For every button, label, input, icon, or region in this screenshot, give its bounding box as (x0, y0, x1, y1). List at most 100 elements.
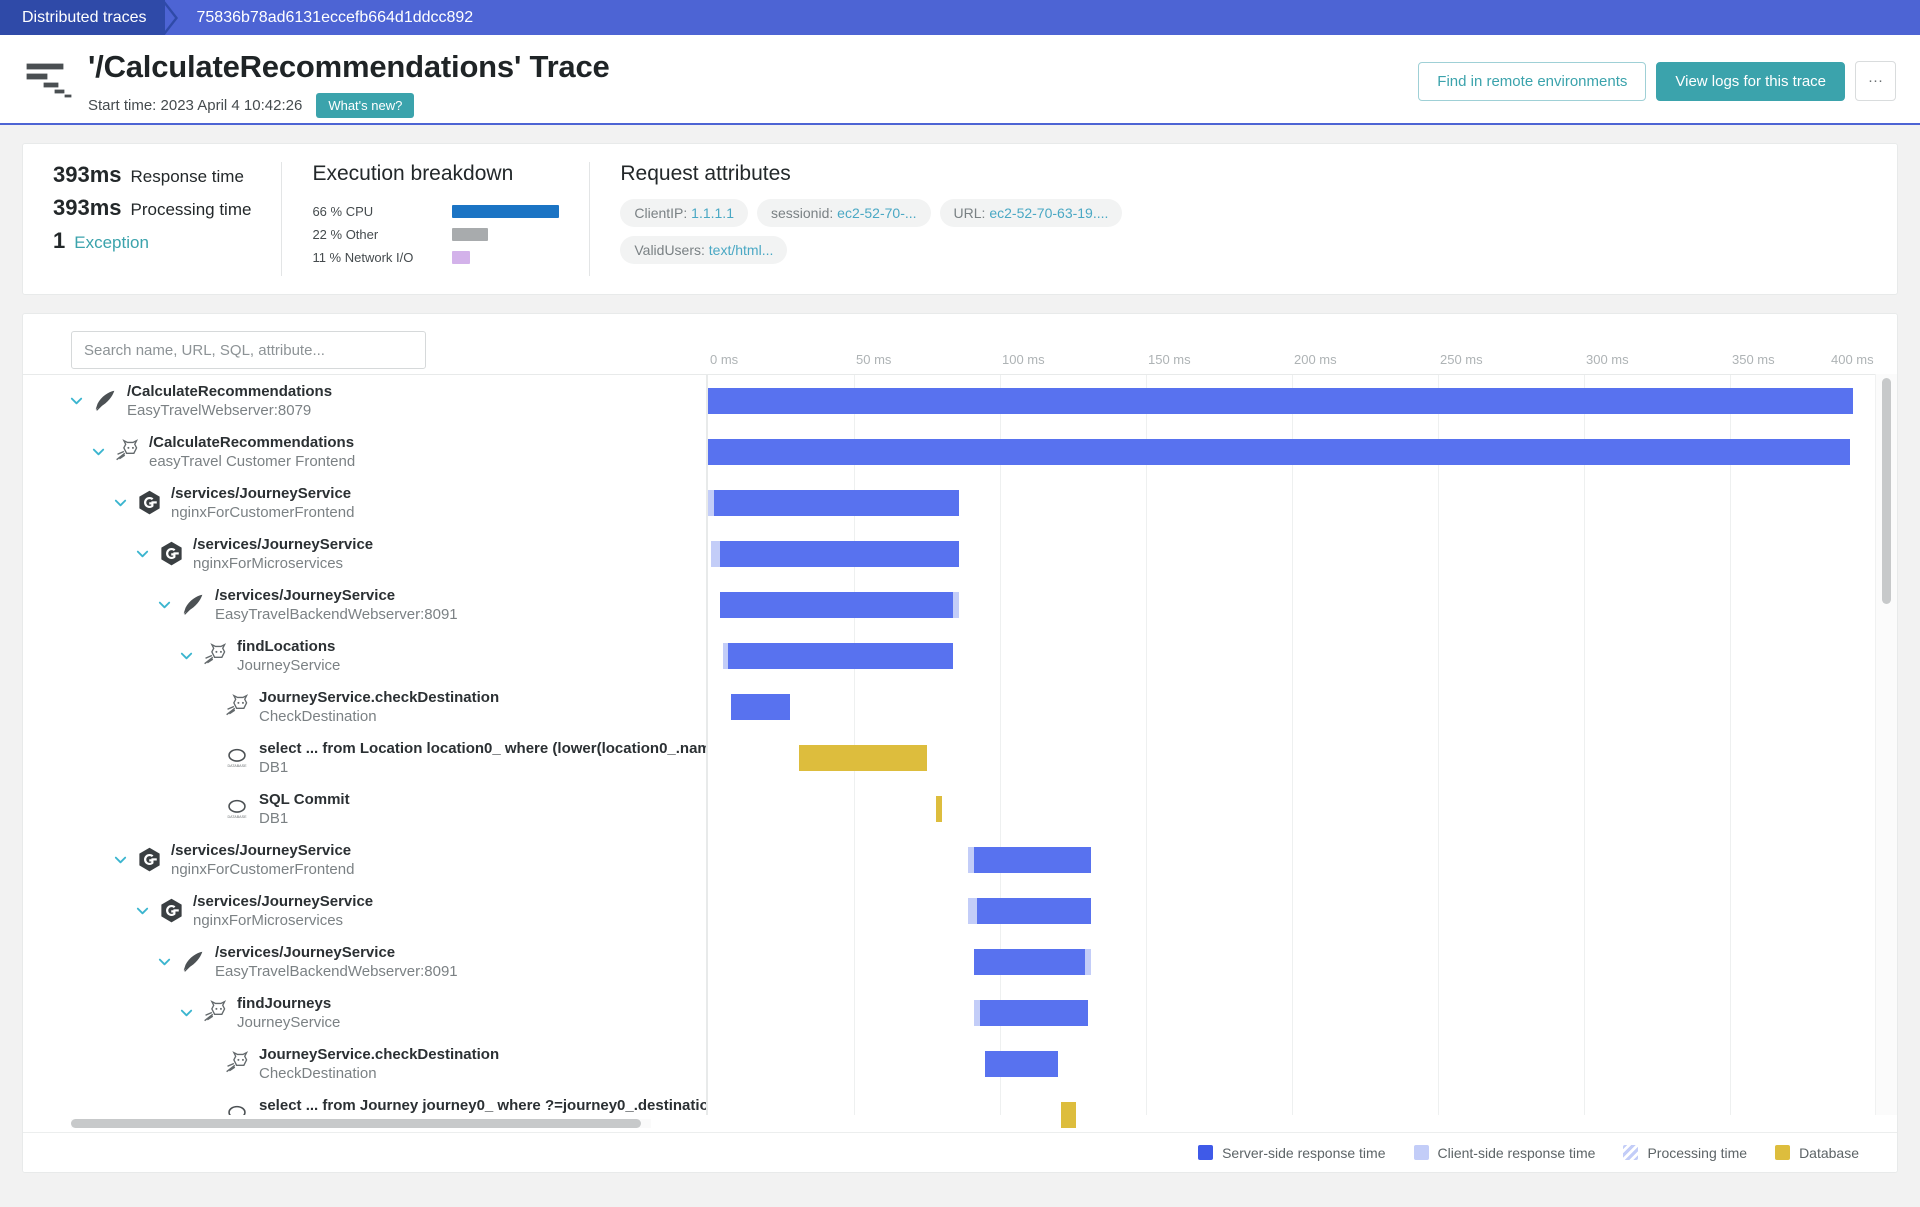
response-time-label: Response time (130, 167, 244, 186)
span-bar[interactable] (708, 541, 1897, 567)
span-tree-row[interactable]: DATABASE select ... from Journey journey0… (23, 1089, 706, 1115)
legend-swatch (1198, 1145, 1214, 1160)
request-attribute-chip[interactable]: ValidUsers: text/html... (620, 236, 788, 264)
horizontal-scrollbar[interactable] (71, 1119, 651, 1128)
span-tree-row[interactable]: /CalculateRecommendations easyTravel Cust… (23, 426, 706, 477)
database-icon: DATABASE (222, 794, 252, 824)
span-labels: /services/JourneyService nginxForCustomer… (171, 841, 354, 879)
span-service: easyTravel Customer Frontend (149, 452, 356, 470)
span-bar[interactable] (708, 439, 1897, 465)
span-bar[interactable] (708, 1051, 1897, 1077)
span-tree-row[interactable]: /services/JourneyService nginxForMicroser… (23, 528, 706, 579)
span-service: EasyTravelWebserver:8079 (127, 401, 312, 419)
fox-icon (200, 641, 230, 671)
horizontal-scrollbar-thumb[interactable] (71, 1119, 641, 1128)
chip-value: ec2-52-70-... (837, 205, 917, 221)
request-attribute-chip[interactable]: sessionid: ec2-52-70-... (757, 199, 931, 227)
chevron-down-icon[interactable] (67, 392, 85, 410)
span-service: CheckDestination (259, 1064, 377, 1082)
whats-new-button[interactable]: What's new? (316, 93, 415, 118)
span-tree-row[interactable]: /CalculateRecommendations EasyTravelWebse… (23, 375, 706, 426)
vertical-scrollbar-thumb[interactable] (1882, 378, 1891, 604)
span-tree-row[interactable]: /services/JourneyService nginxForCustomer… (23, 477, 706, 528)
execution-breakdown-label: 22 % Other (312, 227, 379, 242)
span-tree-row[interactable]: findLocations JourneyService (23, 630, 706, 681)
chip-value: ec2-52-70-63-19.... (989, 205, 1109, 221)
span-bar[interactable] (708, 1000, 1897, 1026)
span-name: /services/JourneyService (215, 586, 396, 604)
span-labels: JourneyService.checkDestination CheckDest… (259, 688, 499, 726)
find-in-remote-environments-button[interactable]: Find in remote environments (1418, 61, 1647, 101)
axis-tick-label: 50 ms (856, 352, 892, 367)
chevron-down-icon[interactable] (89, 443, 107, 461)
axis-tick-label: 200 ms (1294, 352, 1337, 367)
span-tree-row[interactable]: JourneyService.checkDestination CheckDest… (23, 681, 706, 732)
span-name: /services/JourneyService (193, 535, 374, 553)
span-bar[interactable] (708, 592, 1897, 618)
span-bar[interactable] (708, 949, 1897, 975)
span-bar-segment-db (935, 796, 942, 822)
span-bar-segment-server (719, 541, 960, 567)
span-tree-row[interactable]: /services/JourneyService EasyTravelBacken… (23, 936, 706, 987)
exception-link[interactable]: Exception (74, 233, 149, 253)
trace-waterfall-card: 0 ms 50 ms 100 ms 150 ms 200 ms 250 ms 300 ms 3… (22, 313, 1898, 1173)
span-tree-row[interactable]: /services/JourneyService nginxForMicroser… (23, 885, 706, 936)
span-tree-row[interactable]: DATABASE SQL Commit DB1 (23, 783, 706, 834)
chevron-down-icon[interactable] (177, 647, 195, 665)
view-logs-button[interactable]: View logs for this trace (1656, 61, 1845, 101)
chevron-down-icon[interactable] (155, 953, 173, 971)
search-input[interactable] (71, 331, 426, 369)
span-bar-segment-server (708, 439, 1850, 465)
legend-item: Processing time (1623, 1145, 1747, 1161)
breadcrumb: Distributed traces 75836b78ad6131eccefb6… (0, 0, 1920, 36)
nginx-g-icon (134, 845, 164, 875)
metric-exceptions[interactable]: 1 Exception (53, 228, 251, 254)
span-bar-segment-db (798, 745, 927, 771)
span-tree-row[interactable]: DATABASE select ... from Location locatio… (23, 732, 706, 783)
vertical-scrollbar[interactable] (1882, 378, 1891, 908)
more-options-icon[interactable]: ··· (1855, 61, 1896, 101)
chevron-down-icon[interactable] (133, 545, 151, 563)
request-attribute-chip[interactable]: ClientIP: 1.1.1.1 (620, 199, 748, 227)
chevron-down-icon[interactable] (155, 596, 173, 614)
span-tree-row[interactable]: /services/JourneyService nginxForCustomer… (23, 834, 706, 885)
span-labels: /services/JourneyService nginxForMicroser… (193, 892, 373, 930)
span-tree-row[interactable]: findJourneys JourneyService (23, 987, 706, 1038)
span-bar[interactable] (708, 847, 1897, 873)
feather-icon (178, 947, 208, 977)
span-name: /services/JourneyService (171, 484, 352, 502)
search-wrapper (23, 319, 707, 369)
chevron-down-icon[interactable] (111, 851, 129, 869)
span-service: DB1 (259, 809, 289, 827)
legend-label: Database (1799, 1144, 1859, 1161)
span-service: DB1 (259, 1115, 706, 1116)
processing-time-label: Processing time (130, 200, 252, 219)
span-service: JourneyService (237, 1013, 341, 1031)
page-subline: Start time: 2023 April 4 10:42:26 What's… (88, 93, 1418, 118)
span-bar-segment-server (719, 592, 954, 618)
span-bar[interactable] (708, 694, 1897, 720)
breadcrumb-trace-id[interactable]: 75836b78ad6131eccefb664d1ddcc892 (175, 0, 474, 35)
span-name: findJourneys (237, 994, 332, 1012)
chip-value: text/html... (708, 242, 774, 258)
breadcrumb-section[interactable]: Distributed traces (0, 0, 165, 35)
span-bar[interactable] (708, 898, 1897, 924)
request-attribute-chip[interactable]: URL: ec2-52-70-63-19.... (939, 199, 1123, 227)
chevron-down-icon[interactable] (111, 494, 129, 512)
page-title: '/CalculateRecommendations' Trace (88, 49, 610, 84)
span-name: findLocations (237, 637, 336, 655)
span-bar-segment-server (713, 490, 960, 516)
span-bar[interactable] (708, 745, 1897, 771)
legend-label: Server-side response time (1222, 1144, 1386, 1161)
span-tree-row[interactable]: JourneyService.checkDestination CheckDest… (23, 1038, 706, 1089)
chevron-down-icon[interactable] (133, 902, 151, 920)
chevron-down-icon[interactable] (177, 1004, 195, 1022)
span-bar[interactable] (708, 388, 1897, 414)
span-bar[interactable] (708, 796, 1897, 822)
span-tree-row[interactable]: /services/JourneyService EasyTravelBacken… (23, 579, 706, 630)
svg-text:DATABASE: DATABASE (227, 814, 247, 818)
span-bar[interactable] (708, 643, 1897, 669)
span-bar[interactable] (708, 490, 1897, 516)
chip-key: ValidUsers: (634, 242, 709, 258)
span-bar[interactable] (708, 1102, 1897, 1128)
